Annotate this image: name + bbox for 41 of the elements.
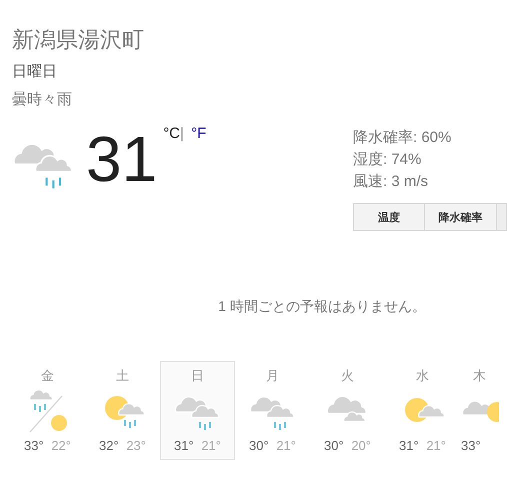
low-temperature: 20°	[351, 438, 371, 453]
low-temperature: 21°	[426, 438, 446, 453]
high-temperature: 31°	[174, 438, 194, 453]
forecast-day[interactable]: 水 31° 21°	[385, 361, 460, 460]
no-forecast-message: 1 時間ごとの予報はありません。	[217, 298, 427, 316]
high-temperature: 33°	[461, 438, 481, 453]
tab-edge	[497, 203, 507, 231]
weather-detail: 風速: 3 m/s	[353, 172, 430, 192]
low-temperature: 22°	[51, 438, 71, 453]
weekday-label: 日	[191, 367, 204, 385]
high-temperature: 30°	[324, 438, 344, 453]
low-temperature: 23°	[126, 438, 146, 453]
chart-tab[interactable]: 温度	[353, 203, 425, 231]
weekday-label: 水	[416, 367, 429, 385]
weekday-label: 月	[266, 367, 279, 385]
weekday-label: 土	[116, 367, 129, 385]
high-temperature: 31°	[399, 438, 419, 453]
forecast-day[interactable]: 月 30° 21°	[235, 361, 310, 460]
high-temperature: 30°	[249, 438, 269, 453]
unit-separator: |	[180, 125, 184, 142]
low-temperature: 21°	[201, 438, 221, 453]
weekday-label: 火	[341, 367, 354, 385]
chart-tab[interactable]: 降水確率	[425, 203, 497, 231]
weekday-label: 木	[473, 367, 486, 385]
unit-toggle[interactable]: °F	[191, 125, 206, 142]
high-temperature: 33°	[24, 438, 44, 453]
location-title: 新潟県湯沢町	[12, 26, 145, 54]
forecast-day[interactable]: 日 31° 21°	[160, 361, 235, 460]
forecast-day[interactable]: 土 32° 23°	[85, 361, 160, 460]
forecast-day[interactable]: 火 30° 20°	[310, 361, 385, 460]
forecast-day[interactable]: 木 33°	[460, 361, 500, 460]
unit-toggle[interactable]: °C	[163, 125, 180, 142]
weekday-label: 金	[41, 367, 54, 385]
day-label: 日曜日	[12, 62, 58, 81]
weather-detail: 湿度: 74%	[353, 150, 422, 170]
current-temperature: 31	[86, 127, 158, 191]
weather-detail: 降水確率: 60%	[353, 128, 452, 148]
forecast-day[interactable]: 金 33° 22°	[10, 361, 85, 460]
low-temperature: 21°	[276, 438, 296, 453]
high-temperature: 32°	[99, 438, 119, 453]
condition-label: 曇時々雨	[12, 90, 73, 109]
